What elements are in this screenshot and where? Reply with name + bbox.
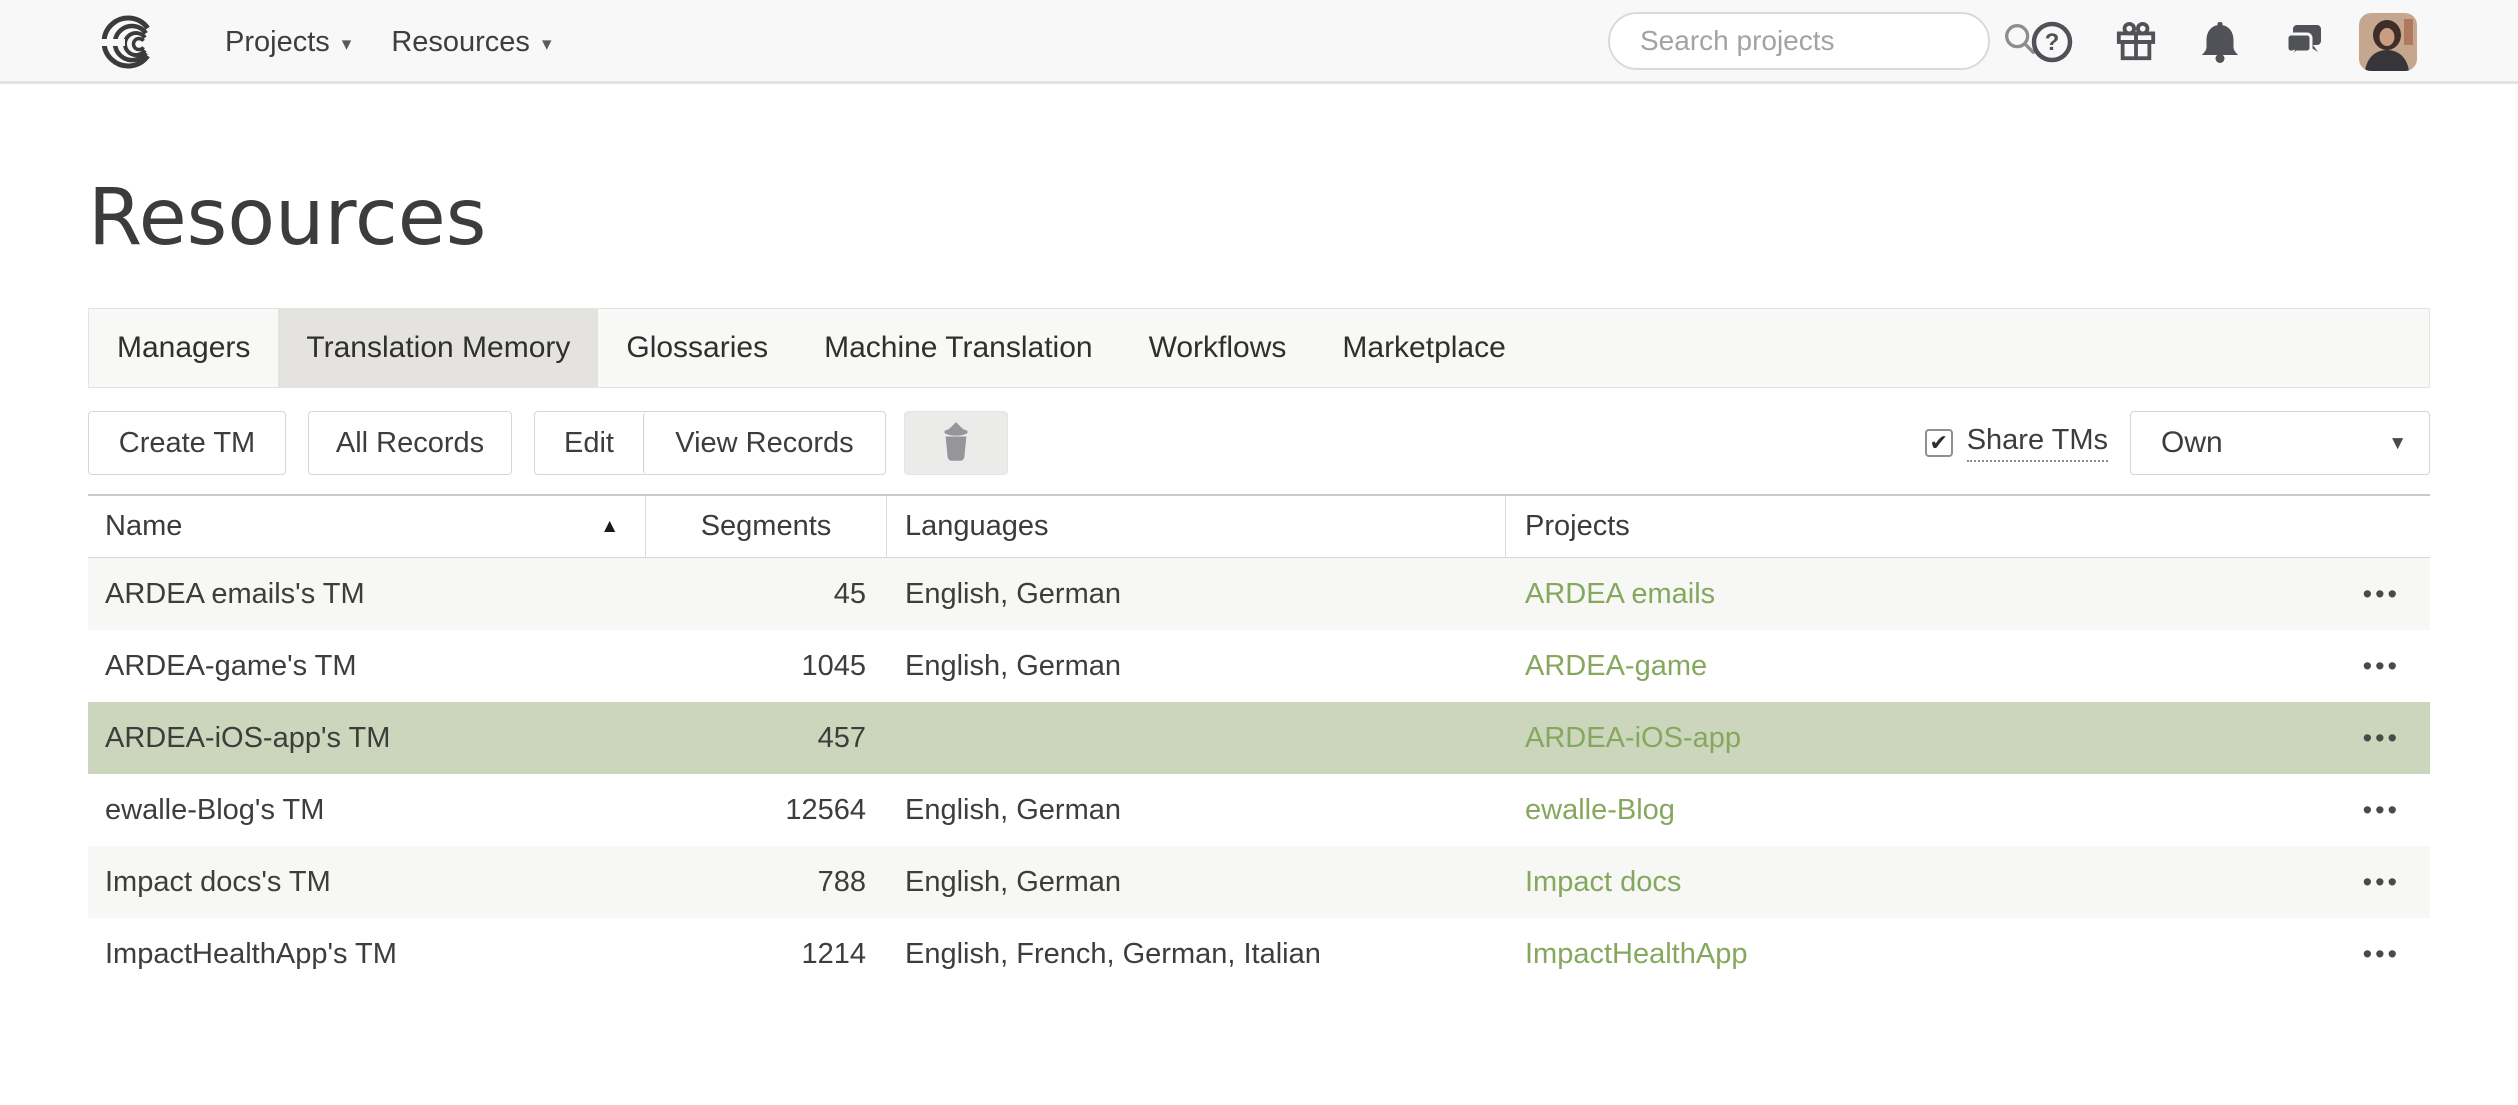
column-header-label: Segments	[701, 510, 832, 543]
resources-tabstrip: Managers Translation Memory Glossaries M…	[88, 308, 2430, 388]
svg-text:?: ?	[2045, 29, 2060, 56]
tm-languages: English, German	[887, 794, 1506, 827]
help-icon[interactable]: ?	[2031, 21, 2073, 63]
column-header-languages[interactable]: Languages	[887, 496, 1506, 557]
row-menu-icon[interactable]: •••	[2363, 941, 2400, 968]
tm-name: ImpactHealthApp's TM	[88, 938, 646, 971]
tm-projects-cell: ImpactHealthApp •••	[1506, 938, 2430, 971]
table-row[interactable]: ARDEA-game's TM 1045 English, German ARD…	[88, 630, 2430, 702]
tab-workflows[interactable]: Workflows	[1121, 309, 1315, 387]
tab-marketplace[interactable]: Marketplace	[1314, 309, 1533, 387]
row-menu-icon[interactable]: •••	[2363, 797, 2400, 824]
tm-languages: English, German	[887, 866, 1506, 899]
view-records-button[interactable]: View Records	[643, 412, 885, 474]
project-link[interactable]: ARDEA emails	[1525, 578, 1715, 611]
tm-languages: English, German	[887, 578, 1506, 611]
tm-segments: 1045	[646, 650, 887, 683]
all-records-button[interactable]: All Records	[308, 411, 512, 475]
trash-icon	[938, 420, 974, 467]
nav-resources[interactable]: Resources ▾	[391, 26, 551, 59]
tab-label: Translation Memory	[306, 331, 570, 365]
notifications-icon[interactable]	[2199, 21, 2241, 63]
tm-segments: 45	[646, 578, 887, 611]
tm-table: Name ▲ Segments Languages Projects ARDEA…	[88, 494, 2430, 990]
toolbar-right-group: ✔ Share TMs Own ▼	[1925, 410, 2430, 476]
row-menu-icon[interactable]: •••	[2363, 581, 2400, 608]
scope-select[interactable]: Own ▼	[2130, 411, 2430, 475]
chat-icon[interactable]	[2283, 21, 2325, 63]
tm-languages: English, German	[887, 650, 1506, 683]
app-logo-icon[interactable]	[98, 10, 162, 74]
project-link[interactable]: ewalle-Blog	[1525, 794, 1675, 827]
table-row[interactable]: ImpactHealthApp's TM 1214 English, Frenc…	[88, 918, 2430, 990]
nav-projects[interactable]: Projects ▾	[225, 26, 351, 59]
project-link[interactable]: Impact docs	[1525, 866, 1681, 899]
avatar[interactable]	[2359, 13, 2417, 71]
column-header-label: Languages	[905, 510, 1049, 543]
create-tm-button[interactable]: Create TM	[88, 411, 286, 475]
tm-segments: 1214	[646, 938, 887, 971]
scope-select-value: Own	[2161, 426, 2223, 460]
column-header-label: Name	[105, 510, 182, 543]
tm-segments: 788	[646, 866, 887, 899]
tm-projects-cell: ARDEA-iOS-app •••	[1506, 722, 2430, 755]
table-row[interactable]: ewalle-Blog's TM 12564 English, German e…	[88, 774, 2430, 846]
edit-view-button-group: Edit View Records	[534, 411, 886, 475]
delete-tm-button[interactable]	[904, 411, 1008, 475]
row-menu-icon[interactable]: •••	[2363, 869, 2400, 896]
column-header-projects[interactable]: Projects	[1506, 496, 2430, 557]
chevron-down-icon: ▾	[542, 31, 552, 54]
project-link[interactable]: ARDEA-iOS-app	[1525, 722, 1741, 755]
tab-translation-memory[interactable]: Translation Memory	[278, 309, 598, 387]
tab-managers[interactable]: Managers	[89, 309, 278, 387]
checkmark-icon: ✔	[1929, 432, 1947, 454]
page-title: Resources	[88, 174, 2430, 262]
nav-resources-label: Resources	[391, 26, 530, 59]
table-row-selected[interactable]: ARDEA-iOS-app's TM 457 ARDEA-iOS-app •••	[88, 702, 2430, 774]
gift-icon[interactable]	[2115, 21, 2157, 63]
tm-projects-cell: ewalle-Blog •••	[1506, 794, 2430, 827]
sort-ascending-icon: ▲	[600, 516, 619, 538]
tm-projects-cell: ARDEA-game •••	[1506, 650, 2430, 683]
primary-nav: Projects ▾ Resources ▾	[225, 0, 551, 84]
column-header-segments[interactable]: Segments	[646, 496, 887, 557]
tab-label: Glossaries	[626, 331, 768, 365]
tm-name: ARDEA-iOS-app's TM	[88, 722, 646, 755]
tab-glossaries[interactable]: Glossaries	[598, 309, 796, 387]
tm-name: ARDEA-game's TM	[88, 650, 646, 683]
nav-projects-label: Projects	[225, 26, 330, 59]
project-link[interactable]: ARDEA-game	[1525, 650, 1707, 683]
tm-toolbar: Create TM All Records Edit View Records …	[88, 410, 2430, 476]
tab-label: Workflows	[1149, 331, 1287, 365]
tab-machine-translation[interactable]: Machine Translation	[796, 309, 1120, 387]
share-tms-checkbox[interactable]: ✔	[1925, 429, 1953, 457]
column-header-label: Projects	[1525, 510, 1630, 543]
search-projects-box	[1608, 12, 1990, 70]
table-row[interactable]: Impact docs's TM 788 English, German Imp…	[88, 846, 2430, 918]
row-menu-icon[interactable]: •••	[2363, 725, 2400, 752]
table-header-row: Name ▲ Segments Languages Projects	[88, 496, 2430, 558]
table-row[interactable]: ARDEA emails's TM 45 English, German ARD…	[88, 558, 2430, 630]
select-arrow-icon: ▼	[2388, 431, 2407, 455]
resources-page: Resources Managers Translation Memory Gl…	[0, 174, 2518, 990]
tab-label: Machine Translation	[824, 331, 1092, 365]
tm-name: ARDEA emails's TM	[88, 578, 646, 611]
search-input[interactable]	[1640, 25, 2001, 57]
tm-name: ewalle-Blog's TM	[88, 794, 646, 827]
row-menu-icon[interactable]: •••	[2363, 653, 2400, 680]
share-tms-label[interactable]: Share TMs	[1967, 424, 2108, 462]
project-link[interactable]: ImpactHealthApp	[1525, 938, 1747, 971]
tab-label: Marketplace	[1342, 331, 1505, 365]
tm-projects-cell: ARDEA emails •••	[1506, 578, 2430, 611]
tm-projects-cell: Impact docs •••	[1506, 866, 2430, 899]
topbar: Projects ▾ Resources ▾ ?	[0, 0, 2518, 84]
tm-segments: 457	[646, 722, 887, 755]
tm-languages: English, French, German, Italian	[887, 938, 1506, 971]
chevron-down-icon: ▾	[342, 31, 352, 54]
edit-button[interactable]: Edit	[535, 412, 643, 474]
tab-label: Managers	[117, 331, 250, 365]
tm-name: Impact docs's TM	[88, 866, 646, 899]
column-header-name[interactable]: Name ▲	[88, 496, 646, 557]
tm-segments: 12564	[646, 794, 887, 827]
